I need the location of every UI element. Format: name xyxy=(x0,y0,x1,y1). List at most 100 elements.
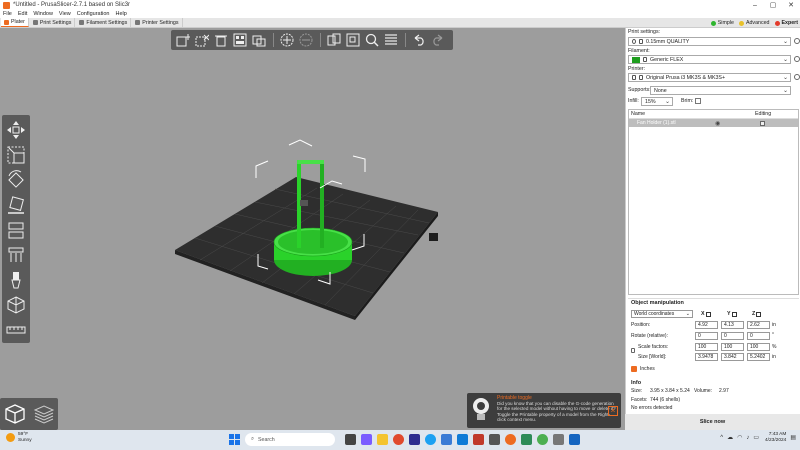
wifi-icon[interactable]: ◠ xyxy=(737,434,742,441)
photos-icon[interactable] xyxy=(409,434,420,445)
task-view-icon[interactable] xyxy=(345,434,356,445)
seam-painting-button[interactable] xyxy=(4,268,28,291)
tab-filament-settings[interactable]: Filament Settings xyxy=(76,18,132,27)
app-icon[interactable] xyxy=(473,434,484,445)
arrange-button[interactable] xyxy=(231,32,248,49)
clock[interactable]: 7:43 AM 4/23/2024 xyxy=(765,432,786,443)
chrome-profile-icon[interactable] xyxy=(537,434,548,445)
rotate-tool-button[interactable] xyxy=(4,168,28,191)
inches-label: Inches xyxy=(640,366,655,372)
close-icon[interactable]: × xyxy=(608,406,618,416)
delete-all-button[interactable] xyxy=(212,32,229,49)
add-instance-button[interactable] xyxy=(278,32,295,49)
brim-checkbox[interactable] xyxy=(695,98,701,104)
maximize-icon[interactable]: ▢ xyxy=(764,0,782,10)
edge-icon[interactable] xyxy=(425,434,436,445)
size-x-field[interactable]: 3.9478 xyxy=(695,353,718,361)
eye-icon[interactable]: ◉ xyxy=(715,120,720,127)
mode-expert[interactable]: Expert xyxy=(774,20,798,26)
weather-widget[interactable]: 59°F Sunny xyxy=(6,432,32,443)
measure-tool-button[interactable] xyxy=(4,318,28,341)
tab-plater[interactable]: Plater xyxy=(1,18,29,27)
mode-simple[interactable]: Simple xyxy=(710,20,734,26)
size-z-field[interactable]: 5.2402 xyxy=(747,353,770,361)
search-button[interactable] xyxy=(363,32,380,49)
move-tool-button[interactable] xyxy=(4,118,28,141)
cut-tool-button[interactable] xyxy=(4,218,28,241)
size-y-field[interactable]: 3.842 xyxy=(721,353,744,361)
tab-printer-settings[interactable]: Printer Settings xyxy=(132,18,183,27)
chevron-up-icon[interactable]: ^ xyxy=(720,435,723,441)
chrome-icon[interactable] xyxy=(393,434,404,445)
edit-icon[interactable] xyxy=(760,120,765,126)
remove-instance-button[interactable] xyxy=(297,32,314,49)
place-on-face-button[interactable] xyxy=(4,193,28,216)
position-z-field[interactable]: 2.62 xyxy=(747,321,770,329)
menu-configuration[interactable]: Configuration xyxy=(77,11,110,17)
add-button[interactable] xyxy=(174,32,191,49)
taskbar-search-input[interactable]: ⌕ Search xyxy=(245,433,335,446)
split-parts-button[interactable] xyxy=(344,32,361,49)
tab-print-settings[interactable]: Print Settings xyxy=(29,18,76,27)
coordinate-system-select[interactable]: World coordinates ⌄ xyxy=(631,310,693,318)
file-explorer-icon[interactable] xyxy=(377,434,388,445)
preview-layers-icon[interactable] xyxy=(33,402,55,426)
volume-icon[interactable]: ♪ xyxy=(746,435,749,441)
mail-icon[interactable] xyxy=(441,434,452,445)
windows-start-icon[interactable] xyxy=(229,434,240,445)
inches-checkbox[interactable] xyxy=(631,366,637,372)
minimize-icon[interactable]: – xyxy=(746,0,764,10)
infill-select[interactable]: 15% ⌄ xyxy=(641,97,673,106)
printer-compare-icon[interactable] xyxy=(794,74,800,80)
rotate-z-field[interactable]: 0 xyxy=(747,332,770,340)
emboss-tool-button[interactable] xyxy=(4,293,28,316)
teams-icon[interactable] xyxy=(361,434,372,445)
camera-icon[interactable] xyxy=(553,434,564,445)
paint-supports-button[interactable] xyxy=(4,243,28,266)
menu-edit[interactable]: Edit xyxy=(18,11,27,17)
supports-select[interactable]: None ⌄ xyxy=(650,86,791,95)
prusaslicer-taskbar-icon[interactable] xyxy=(505,434,516,445)
menu-window[interactable]: Window xyxy=(33,11,53,17)
app-icon[interactable] xyxy=(569,434,580,445)
scale-z-field[interactable]: 100 xyxy=(747,343,770,351)
3d-view-icon[interactable] xyxy=(4,402,26,426)
redo-button[interactable] xyxy=(429,32,446,49)
filament-color-swatch[interactable] xyxy=(632,56,640,63)
position-y-field[interactable]: 4.13 xyxy=(721,321,744,329)
layers-editing-button[interactable] xyxy=(382,32,399,49)
notification-icon[interactable]: ▤ xyxy=(790,434,796,441)
delete-button[interactable] xyxy=(193,32,210,49)
column-name[interactable]: Name xyxy=(631,111,645,117)
filament-select[interactable]: Generic FLEX ⌄ xyxy=(628,55,791,64)
copy-button[interactable] xyxy=(250,32,267,49)
cloud-icon[interactable]: ☁ xyxy=(727,434,733,441)
menu-view[interactable]: View xyxy=(59,11,71,17)
print-settings-compare-icon[interactable] xyxy=(794,38,800,44)
app-icon[interactable] xyxy=(521,434,532,445)
battery-icon[interactable]: ▭ xyxy=(753,434,759,441)
position-x-field[interactable]: 4.92 xyxy=(695,321,718,329)
app-icon[interactable] xyxy=(489,434,500,445)
uniform-scale-lock-icon[interactable] xyxy=(631,348,635,353)
column-editing[interactable]: Editing xyxy=(755,111,771,117)
printer-value: Original Prusa i3 MK3S & MK3S+ xyxy=(646,74,726,81)
scale-tool-button[interactable] xyxy=(4,143,28,166)
list-item[interactable]: Fan Holder (1).stl ◉ xyxy=(629,119,798,127)
menu-file[interactable]: File xyxy=(3,11,12,17)
3d-viewport[interactable]: Printable toggle Did you know that you c… xyxy=(0,28,625,430)
scale-x-field[interactable]: 100 xyxy=(695,343,718,351)
slice-now-button[interactable]: Slice now xyxy=(625,414,800,430)
store-icon[interactable] xyxy=(457,434,468,445)
print-settings-select[interactable]: 0.15mm QUALITY ⌄ xyxy=(628,37,791,46)
rotate-x-field[interactable]: 0 xyxy=(695,332,718,340)
undo-button[interactable] xyxy=(410,32,427,49)
rotate-y-field[interactable]: 0 xyxy=(721,332,744,340)
mode-advanced[interactable]: Advanced xyxy=(738,20,770,26)
menu-help[interactable]: Help xyxy=(115,11,126,17)
close-icon[interactable]: ✕ xyxy=(782,0,800,10)
filament-compare-icon[interactable] xyxy=(794,56,800,62)
printer-select[interactable]: Original Prusa i3 MK3S & MK3S+ ⌄ xyxy=(628,73,791,82)
split-objects-button[interactable] xyxy=(325,32,342,49)
scale-y-field[interactable]: 100 xyxy=(721,343,744,351)
